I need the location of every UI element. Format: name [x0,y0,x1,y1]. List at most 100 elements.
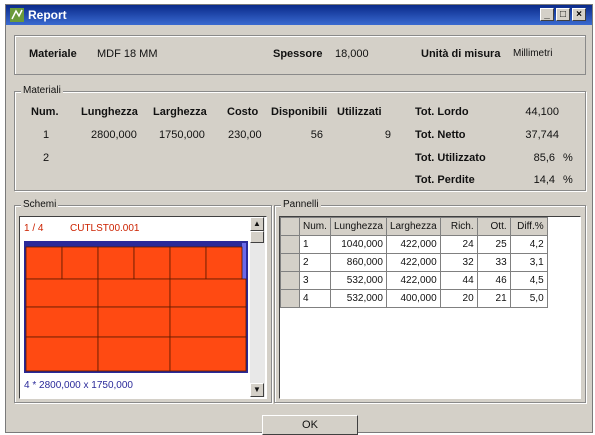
row-header-corner [280,217,300,236]
row-selector[interactable] [280,253,300,272]
schemi-viewer[interactable]: 1 / 4 CUTLST00.001 4 * 2800,000 x 1750,0… [19,216,267,399]
cut-panel [25,246,63,280]
schema-name: CUTLST00.001 [70,223,140,234]
cut-panel [97,278,171,308]
cut-panel [97,306,171,338]
cut-panel [25,306,99,338]
header-panel: Materiale MDF 18 MM Spessore 18,000 Unit… [14,35,586,75]
cell-num: 2 [299,253,331,272]
cell-larghezza: 422,000 [385,235,441,254]
spessore-label: Spessore [273,48,323,60]
title-bar[interactable]: Report _ □ × [6,5,592,25]
scroll-up-button[interactable]: ▲ [250,217,264,231]
schemi-group-label: Schemi [21,199,59,210]
cell-num: 4 [299,289,331,308]
cell-lunghezza: 860,000 [330,253,387,272]
col-lunghezza: Lunghezza [81,106,138,118]
offcut-strip [242,243,246,279]
col-header[interactable]: Num. [299,217,331,236]
tot-netto-value: 37,744 [525,129,559,141]
col-num: Num. [31,106,59,118]
cut-panel [97,336,171,372]
tot-perdite-label: Tot. Perdite [415,174,475,186]
mat-row1-lunghezza: 2800,000 [91,129,137,141]
tot-lordo-label: Tot. Lordo [415,106,469,118]
cut-panel [169,306,247,338]
mat-row1-disponibili: 56 [310,129,323,141]
col-larghezza: Larghezza [153,106,207,118]
cut-panel [97,246,135,280]
minimize-button[interactable]: _ [540,8,554,21]
table-header-row: Num. Lunghezza Larghezza Rich. Ott. Diff… [280,217,548,236]
cut-panel [205,246,243,280]
mat-row1-utilizzati: 9 [384,129,391,141]
materiali-group-label: Materiali [21,85,63,96]
cell-rich: 32 [439,253,478,272]
materiali-group: Materiali Num. Lunghezza Larghezza Costo… [14,85,586,191]
table-row[interactable]: 3 532,000 422,000 44 46 4,5 [280,271,548,290]
table-row[interactable]: 2 860,000 422,000 32 33 3,1 [280,253,548,272]
row-selector[interactable] [280,289,300,308]
pannelli-table: Num. Lunghezza Larghezza Rich. Ott. Diff… [280,217,548,308]
cutting-layout [24,241,248,373]
tot-netto-label: Tot. Netto [415,129,466,141]
cell-diff: 5,0 [509,289,548,308]
cell-diff: 4,2 [509,235,548,254]
mat-row1-larghezza: 1750,000 [159,129,205,141]
col-header[interactable]: Diff.% [509,217,548,236]
cut-panel [169,278,247,308]
schema-page: 1 / 4 [24,223,44,234]
table-row[interactable]: 4 532,000 400,000 20 21 5,0 [280,289,548,308]
pannelli-group: Pannelli Num. Lunghezza Larghezza Rich. … [274,199,586,403]
tot-perdite-unit: % [563,174,573,186]
cut-panel [133,246,171,280]
cell-lunghezza: 532,000 [330,289,387,308]
report-app-icon [10,8,24,22]
cut-panel [25,278,99,308]
cell-ott: 25 [476,235,511,254]
col-header[interactable]: Larghezza [385,217,441,236]
tot-perdite-value: 14,4 [533,174,555,186]
cell-larghezza: 422,000 [385,271,441,290]
cell-lunghezza: 1040,000 [330,235,387,254]
mat-row2-num: 2 [43,152,50,164]
cell-ott: 46 [476,271,511,290]
cut-panel [61,246,99,280]
scroll-down-button[interactable]: ▼ [250,383,264,397]
row-selector[interactable] [280,271,300,290]
row-selector[interactable] [280,235,300,254]
schemi-group: Schemi 1 / 4 CUTLST00.001 4 * 2800,000 x… [14,199,272,403]
cut-panel [169,246,207,280]
pannelli-group-label: Pannelli [281,199,321,210]
cell-rich: 20 [439,289,478,308]
col-header[interactable]: Lunghezza [330,217,387,236]
cell-num: 3 [299,271,331,290]
cell-ott: 21 [476,289,511,308]
tot-utilizzato-label: Tot. Utilizzato [415,152,486,164]
cell-num: 1 [299,235,331,254]
col-utilizzati: Utilizzati [337,106,382,118]
mat-row1-costo: 230,00 [228,129,262,141]
cell-larghezza: 422,000 [385,253,441,272]
materiale-value: MDF 18 MM [97,48,158,60]
cell-diff: 3,1 [509,253,548,272]
cell-lunghezza: 532,000 [330,271,387,290]
cell-rich: 24 [439,235,478,254]
spessore-value: 18,000 [335,48,369,60]
col-header[interactable]: Ott. [476,217,511,236]
scroll-thumb[interactable] [250,231,264,243]
table-row[interactable]: 1 1040,000 422,000 24 25 4,2 [280,235,548,254]
tot-lordo-value: 44,100 [525,106,559,118]
col-disponibili: Disponibili [271,106,328,118]
ok-button[interactable]: OK [262,415,358,435]
schema-footer: 4 * 2800,000 x 1750,000 [24,380,133,391]
close-button[interactable]: × [572,8,586,21]
cell-ott: 33 [476,253,511,272]
unita-label: Unità di misura [421,48,501,60]
report-window: Report _ □ × Materiale MDF 18 MM Spessor… [5,4,593,435]
col-header[interactable]: Rich. [439,217,478,236]
maximize-button[interactable]: □ [556,8,570,21]
pannelli-table-container: Num. Lunghezza Larghezza Rich. Ott. Diff… [279,216,581,399]
tot-utilizzato-unit: % [563,152,573,164]
schemi-scrollbar[interactable]: ▲ ▼ [250,217,265,397]
